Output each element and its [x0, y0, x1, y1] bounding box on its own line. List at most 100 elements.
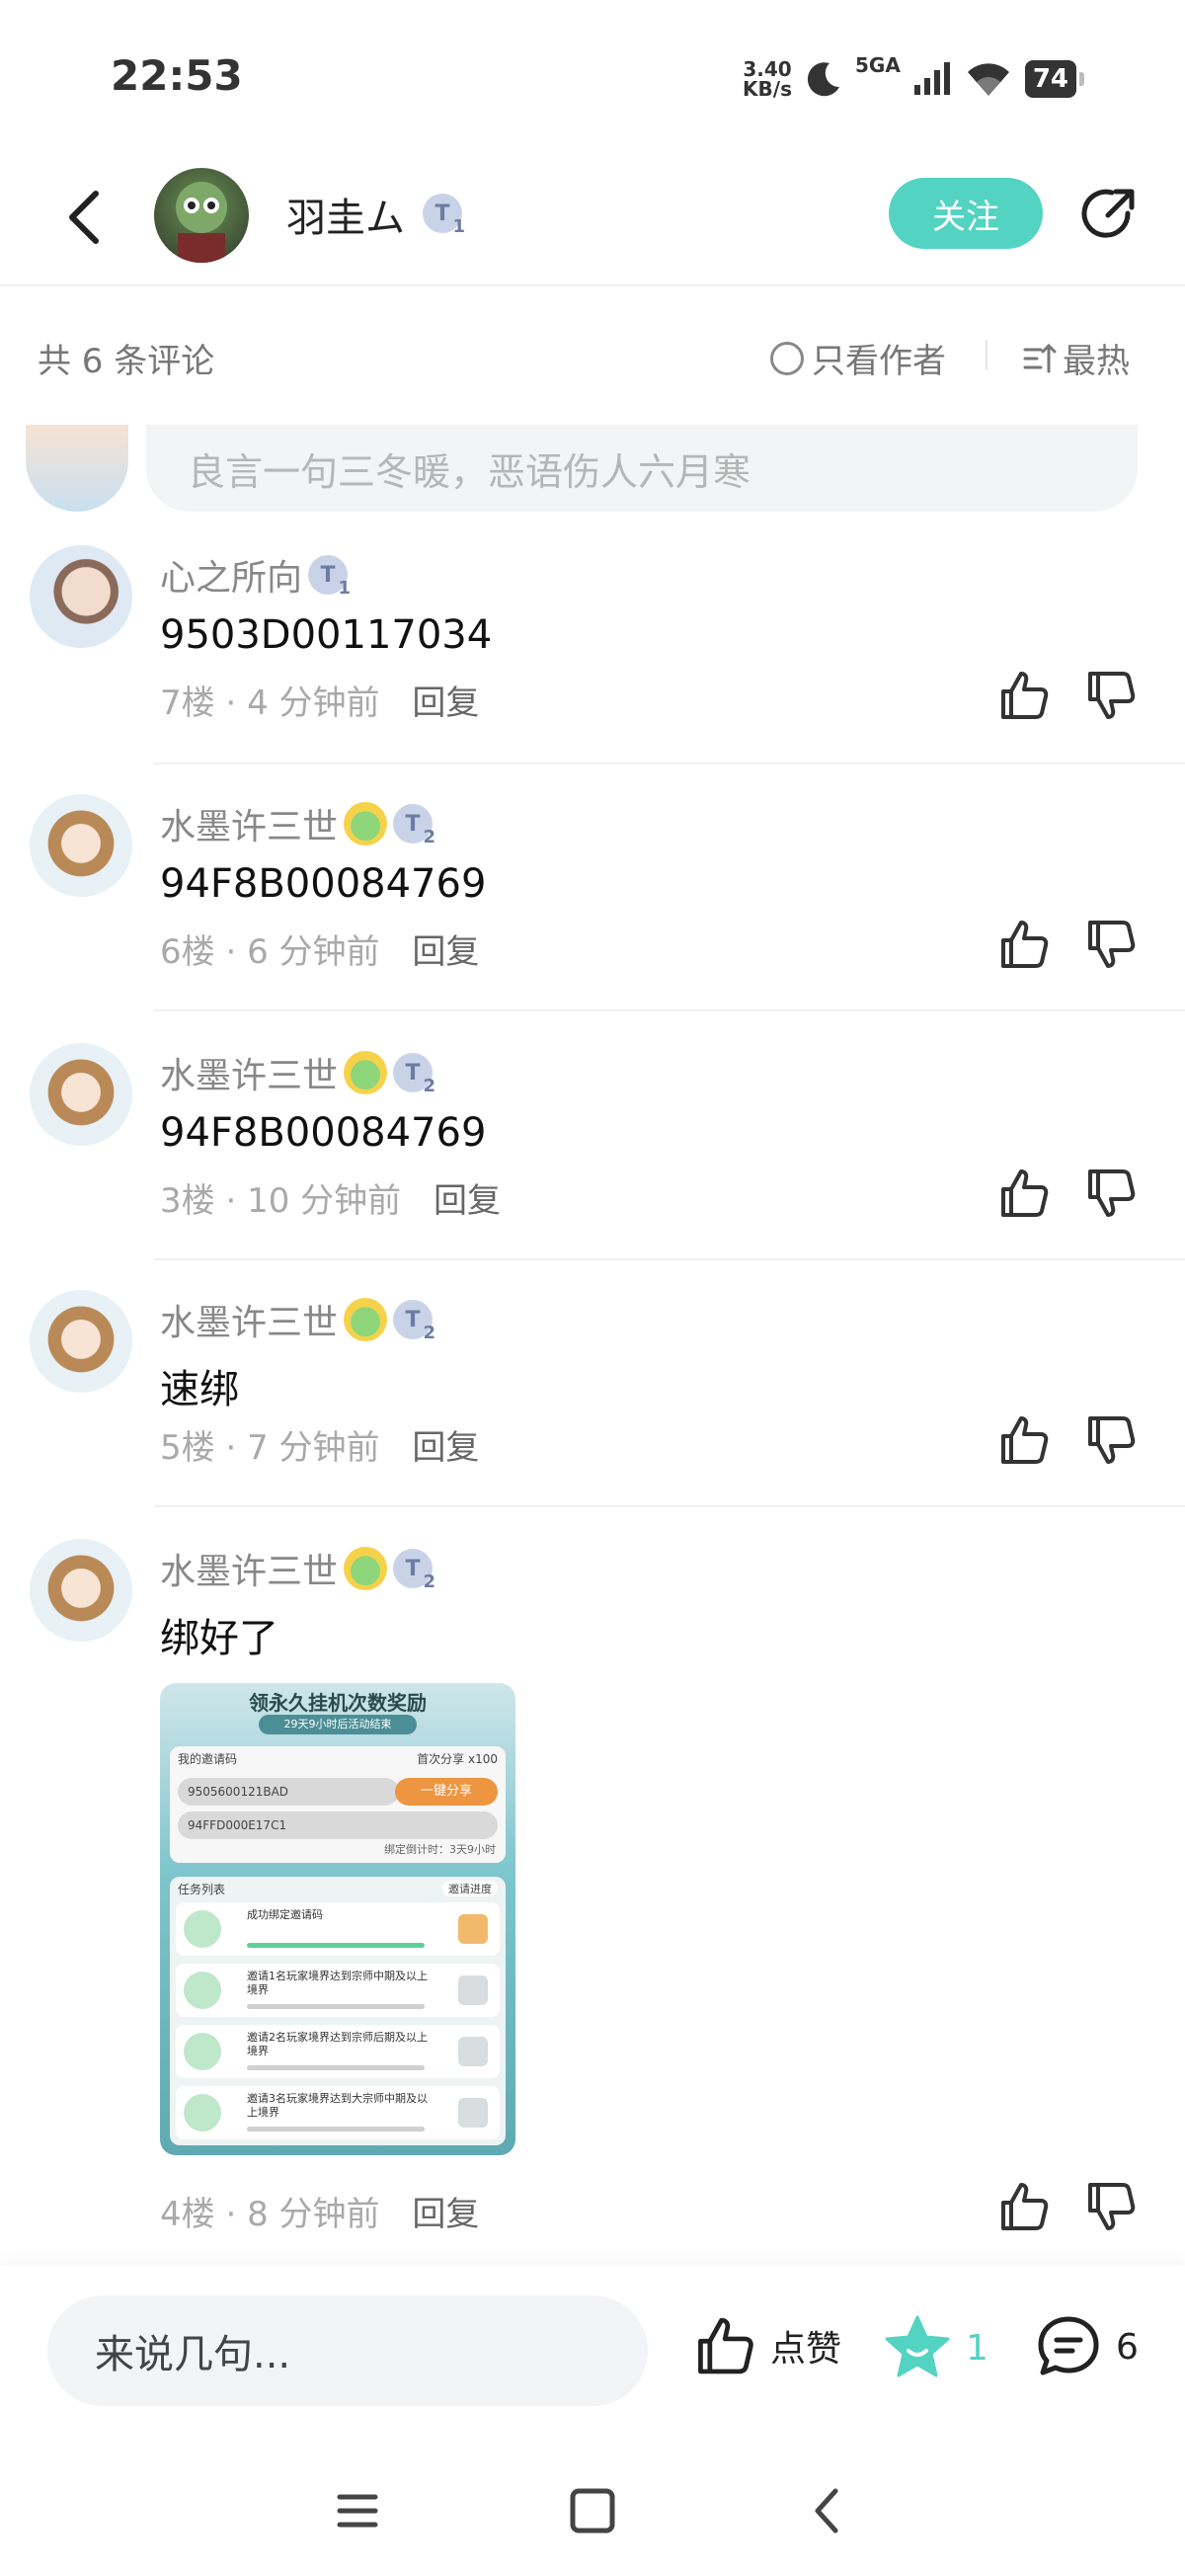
- comment-image-attachment[interactable]: 领永久挂机次数奖励 29天9小时后活动结束 我的邀请码 首次分享 x100 95…: [160, 1683, 515, 2155]
- dislike-button[interactable]: [1082, 1166, 1138, 1221]
- commenter-name[interactable]: 水墨许三世 T2: [160, 1294, 435, 1345]
- reward-chest-icon: [458, 1914, 488, 1944]
- my-avatar: [26, 425, 128, 512]
- like-button[interactable]: [995, 1412, 1051, 1468]
- task-icon: [184, 2033, 221, 2070]
- post-like-button[interactable]: 点赞: [691, 2313, 841, 2378]
- nav-home-button[interactable]: [563, 2481, 622, 2540]
- level-t-icon: T: [405, 1307, 421, 1332]
- dislike-button[interactable]: [1082, 2179, 1138, 2234]
- author-name[interactable]: 羽圭ム: [286, 186, 405, 243]
- thumbs-down-icon: [1088, 672, 1136, 719]
- comment-bubble-icon: [1038, 2316, 1099, 2375]
- invite-code-card: 我的邀请码 首次分享 x100 9505600121BAD 一键分享 94FFD…: [170, 1746, 506, 1863]
- avatar-frame-emoji-icon: [344, 1547, 388, 1590]
- bottom-action-bar: 来说几句... 点赞 1 6: [0, 2266, 1185, 2444]
- commenter-name[interactable]: 心之所向 T1: [160, 549, 351, 601]
- author-level-badge: T 1: [423, 194, 465, 237]
- comments-button[interactable]: 6: [1035, 2313, 1139, 2380]
- comment-divider: [154, 1009, 1185, 1011]
- reply-button[interactable]: 回复: [412, 2195, 479, 2234]
- comment-meta: 4楼 · 8 分钟前 回复: [160, 2195, 480, 2234]
- commenter-avatar[interactable]: [30, 1290, 132, 1393]
- thumbs-up-icon: [1001, 2183, 1049, 2230]
- comment-count: 共 6 条评论: [38, 342, 215, 381]
- task-item: 邀请3名玩家境界达到大宗师中期及以上境界: [176, 2086, 500, 2139]
- dislike-button[interactable]: [1082, 917, 1138, 972]
- like-button[interactable]: [995, 1166, 1051, 1221]
- dislike-button[interactable]: [1082, 668, 1138, 723]
- task-progress-bar: [247, 1943, 425, 1948]
- author-avatar[interactable]: [154, 168, 249, 263]
- level-t-icon: T: [434, 201, 450, 226]
- net-speed: 3.40 KB/s: [743, 57, 792, 101]
- nav-menu-button[interactable]: [328, 2481, 387, 2540]
- like-button[interactable]: [995, 2179, 1051, 2234]
- star-icon: [885, 2315, 950, 2377]
- nav-back-button[interactable]: [798, 2481, 857, 2540]
- post-header: 羽圭ム T 1 关注: [0, 148, 1185, 286]
- comment-text: 94F8B00084769: [160, 861, 487, 907]
- chevron-left-icon: [69, 191, 99, 244]
- comment-text: 速绑: [160, 1367, 239, 1412]
- reply-button[interactable]: 回复: [412, 932, 479, 972]
- thumbs-up-icon: [1001, 672, 1049, 719]
- attachment-countdown: 29天9小时后活动结束: [259, 1715, 417, 1734]
- commenter-avatar[interactable]: [30, 1043, 132, 1146]
- zombie-avatar-icon: [176, 182, 227, 263]
- comment-divider: [154, 763, 1185, 765]
- thumbs-down-icon: [1088, 2183, 1136, 2230]
- network-label: 5GA: [855, 53, 901, 77]
- share-icon: [1081, 189, 1135, 238]
- level-t-icon: T: [405, 811, 421, 837]
- moon-icon: [807, 62, 839, 97]
- status-indicators: 3.40 KB/s 5GA 74: [743, 51, 1085, 107]
- thumbs-up-icon: [698, 2317, 753, 2375]
- thumbs-up-icon: [1001, 1169, 1049, 1217]
- reward-chest-icon: [458, 2037, 488, 2066]
- follow-button[interactable]: 关注: [889, 178, 1043, 249]
- radio-circle-icon: [770, 341, 804, 375]
- comment-input[interactable]: 来说几句...: [47, 2295, 648, 2406]
- user-level-badge: T2: [393, 1549, 435, 1592]
- author-only-toggle[interactable]: 只看作者: [770, 334, 946, 382]
- avatar-frame-emoji-icon: [344, 1051, 388, 1094]
- chevron-left-icon: [815, 2488, 838, 2534]
- commenter-name[interactable]: 水墨许三世 T2: [160, 798, 435, 849]
- reply-button[interactable]: 回复: [412, 684, 479, 723]
- comment-meta: 6楼 · 6 分钟前 回复: [160, 932, 480, 972]
- task-icon: [184, 2094, 221, 2132]
- commenter-name[interactable]: 水墨许三世 T2: [160, 1543, 435, 1594]
- comment-meta: 5楼 · 7 分钟前 回复: [160, 1428, 480, 1468]
- comment-text: 绑好了: [160, 1616, 278, 1661]
- like-button[interactable]: [995, 668, 1051, 723]
- commenter-avatar[interactable]: [30, 794, 132, 897]
- level-t-icon: T: [320, 562, 336, 588]
- task-progress-bar: [247, 2127, 425, 2132]
- reply-button[interactable]: 回复: [412, 1428, 479, 1468]
- comment-text: 94F8B00084769: [160, 1110, 487, 1156]
- thumbs-down-icon: [1088, 1416, 1136, 1464]
- dislike-button[interactable]: [1082, 1412, 1138, 1468]
- like-button[interactable]: [995, 917, 1051, 972]
- commenter-avatar[interactable]: [30, 545, 132, 648]
- back-button[interactable]: [54, 180, 114, 255]
- favorite-button[interactable]: 1: [883, 2313, 988, 2382]
- comment-text: 9503D00117034: [160, 612, 493, 658]
- thumbs-down-icon: [1088, 921, 1136, 968]
- task-icon: [184, 1972, 221, 2009]
- commenter-avatar[interactable]: [30, 1539, 132, 1642]
- summary-divider: [986, 340, 988, 369]
- comment-divider: [154, 1505, 1185, 1507]
- commenter-name[interactable]: 水墨许三世 T2: [160, 1047, 435, 1098]
- reward-chest-icon: [458, 2098, 488, 2128]
- thumbs-up-icon: [1001, 921, 1049, 968]
- comment-meta: 3楼 · 10 分钟前 回复: [160, 1181, 501, 1221]
- quick-comment-input[interactable]: 良言一句三冬暖，恶语伤人六月寒: [146, 425, 1138, 512]
- reply-button[interactable]: 回复: [434, 1181, 501, 1221]
- comment-meta: 7楼 · 4 分钟前 回复: [160, 684, 480, 723]
- system-nav-bar: [0, 2444, 1185, 2576]
- share-button[interactable]: [1076, 184, 1140, 247]
- task-item: 邀请2名玩家境界达到宗师后期及以上境界: [176, 2025, 500, 2078]
- sort-hot-button[interactable]: 最热: [1023, 334, 1130, 382]
